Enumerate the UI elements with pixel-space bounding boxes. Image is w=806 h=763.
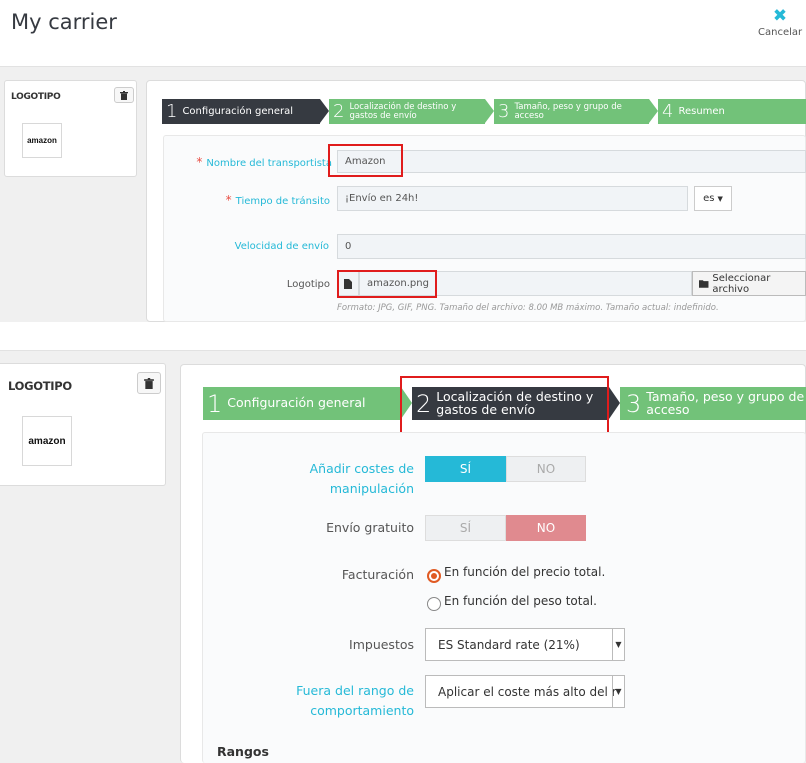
out-of-range-value: Aplicar el coste más alto del r — [438, 684, 616, 699]
highlight-box — [328, 144, 403, 177]
tax-select[interactable]: ES Standard rate (21%) ▼ — [425, 628, 625, 661]
out-of-range-select[interactable]: Aplicar el coste más alto del r ▼ — [425, 675, 625, 708]
page-title: My carrier — [11, 10, 117, 34]
logo-thumbnail: amazon — [22, 123, 62, 158]
step-1-label: Configuración general — [182, 105, 294, 117]
step-2-number: 2 — [333, 101, 345, 122]
transit-time-label: * Tiempo de tránsito — [225, 193, 330, 207]
step-2-label: Localización de destino y gastos de enví… — [349, 102, 457, 121]
step-1-number: 1 — [166, 101, 178, 122]
select-file-button[interactable]: Seleccionar archivo — [692, 271, 806, 296]
logo-thumbnail: amazon — [22, 416, 72, 466]
handling-no-option[interactable]: NO — [506, 456, 586, 482]
step-1[interactable]: 1 Configuración general — [203, 387, 401, 420]
step-4-label: Resumen — [678, 105, 725, 117]
billing-label: Facturación — [341, 567, 414, 582]
carrier-name-input[interactable]: Amazon — [337, 150, 806, 173]
step-3-number: 3 — [626, 389, 642, 418]
step-3-number: 3 — [498, 101, 510, 122]
trash-icon — [120, 90, 128, 100]
step-2-arrow — [609, 387, 620, 419]
free-shipping-label: Envío gratuito — [326, 520, 414, 535]
caret-down-icon: ▼ — [612, 629, 624, 660]
shipping-speed-label: Velocidad de envío — [234, 241, 329, 252]
ranges-heading: Rangos — [217, 744, 269, 759]
step-3-label: Tamaño, peso y grupo de acceso — [646, 389, 805, 417]
select-file-label: Seleccionar archivo — [712, 272, 771, 295]
shipping-speed-input[interactable]: 0 — [337, 234, 806, 259]
format-help-text: Formato: JPG, GIF, PNG. Tamaño del archi… — [337, 303, 719, 313]
handling-yes-option[interactable]: SÍ — [425, 456, 506, 482]
required-icon: * — [225, 193, 232, 207]
free-shipping-toggle[interactable]: SÍ NO — [425, 515, 586, 541]
required-icon: * — [196, 155, 203, 169]
logo-card-title: LOGOTIPO — [8, 379, 72, 393]
caret-down-icon: ▼ — [717, 194, 723, 203]
step-1-arrow — [320, 99, 329, 123]
step-3-arrow — [649, 99, 658, 123]
step-4[interactable]: 4 Resumen — [658, 99, 806, 124]
tax-label: Impuestos — [349, 637, 414, 652]
logo-card: LOGOTIPO amazon — [4, 80, 137, 177]
step-3[interactable]: 3 Tamaño, peso y grupo de acceso — [494, 99, 649, 124]
billing-price-radio[interactable] — [427, 569, 441, 583]
tax-value: ES Standard rate (21%) — [438, 637, 580, 652]
step-1-label: Configuración general — [227, 395, 366, 411]
out-of-range-label: Fuera del rango de comportamiento — [296, 683, 414, 718]
step-1[interactable]: 1 Configuración general — [162, 99, 320, 124]
handling-costs-toggle[interactable]: SÍ NO — [425, 456, 586, 482]
step-4-number: 4 — [662, 101, 674, 122]
cancel-button[interactable]: ✖ Cancelar — [758, 6, 803, 39]
step-3-label: Tamaño, peso y grupo de acceso — [514, 102, 622, 121]
carrier-name-label: * Nombre del transportista — [196, 155, 332, 169]
language-value: es — [703, 193, 715, 204]
free-yes-option[interactable]: SÍ — [425, 515, 506, 541]
delete-logo-button[interactable] — [137, 372, 161, 394]
delete-logo-button[interactable] — [114, 87, 134, 103]
step-2[interactable]: 2 Localización de destino y gastos de en… — [329, 99, 485, 124]
trash-icon — [144, 377, 154, 389]
billing-weight-radio[interactable] — [427, 597, 441, 611]
highlight-box — [337, 270, 437, 298]
language-dropdown[interactable]: es ▼ — [694, 186, 732, 211]
logo-card: LOGOTIPO amazon — [0, 363, 166, 486]
step-1-number: 1 — [207, 389, 223, 418]
caret-down-icon: ▼ — [612, 676, 624, 707]
close-icon: ✖ — [772, 6, 788, 26]
step-3[interactable]: 3 Tamaño, peso y grupo de acceso — [620, 387, 806, 420]
transit-time-input[interactable]: ¡Envío en 24h! — [337, 186, 688, 211]
logo-label: Logotipo — [286, 279, 330, 290]
billing-weight-label: En función del peso total. — [444, 594, 597, 608]
handling-costs-label: Añadir costes de manipulación — [309, 461, 414, 496]
folder-icon — [699, 279, 709, 288]
logo-card-title: LOGOTIPO — [11, 92, 61, 102]
cancel-label: Cancelar — [758, 27, 803, 38]
free-no-option[interactable]: NO — [506, 515, 586, 541]
billing-price-label: En función del precio total. — [444, 565, 606, 579]
step-2-arrow — [485, 99, 494, 123]
